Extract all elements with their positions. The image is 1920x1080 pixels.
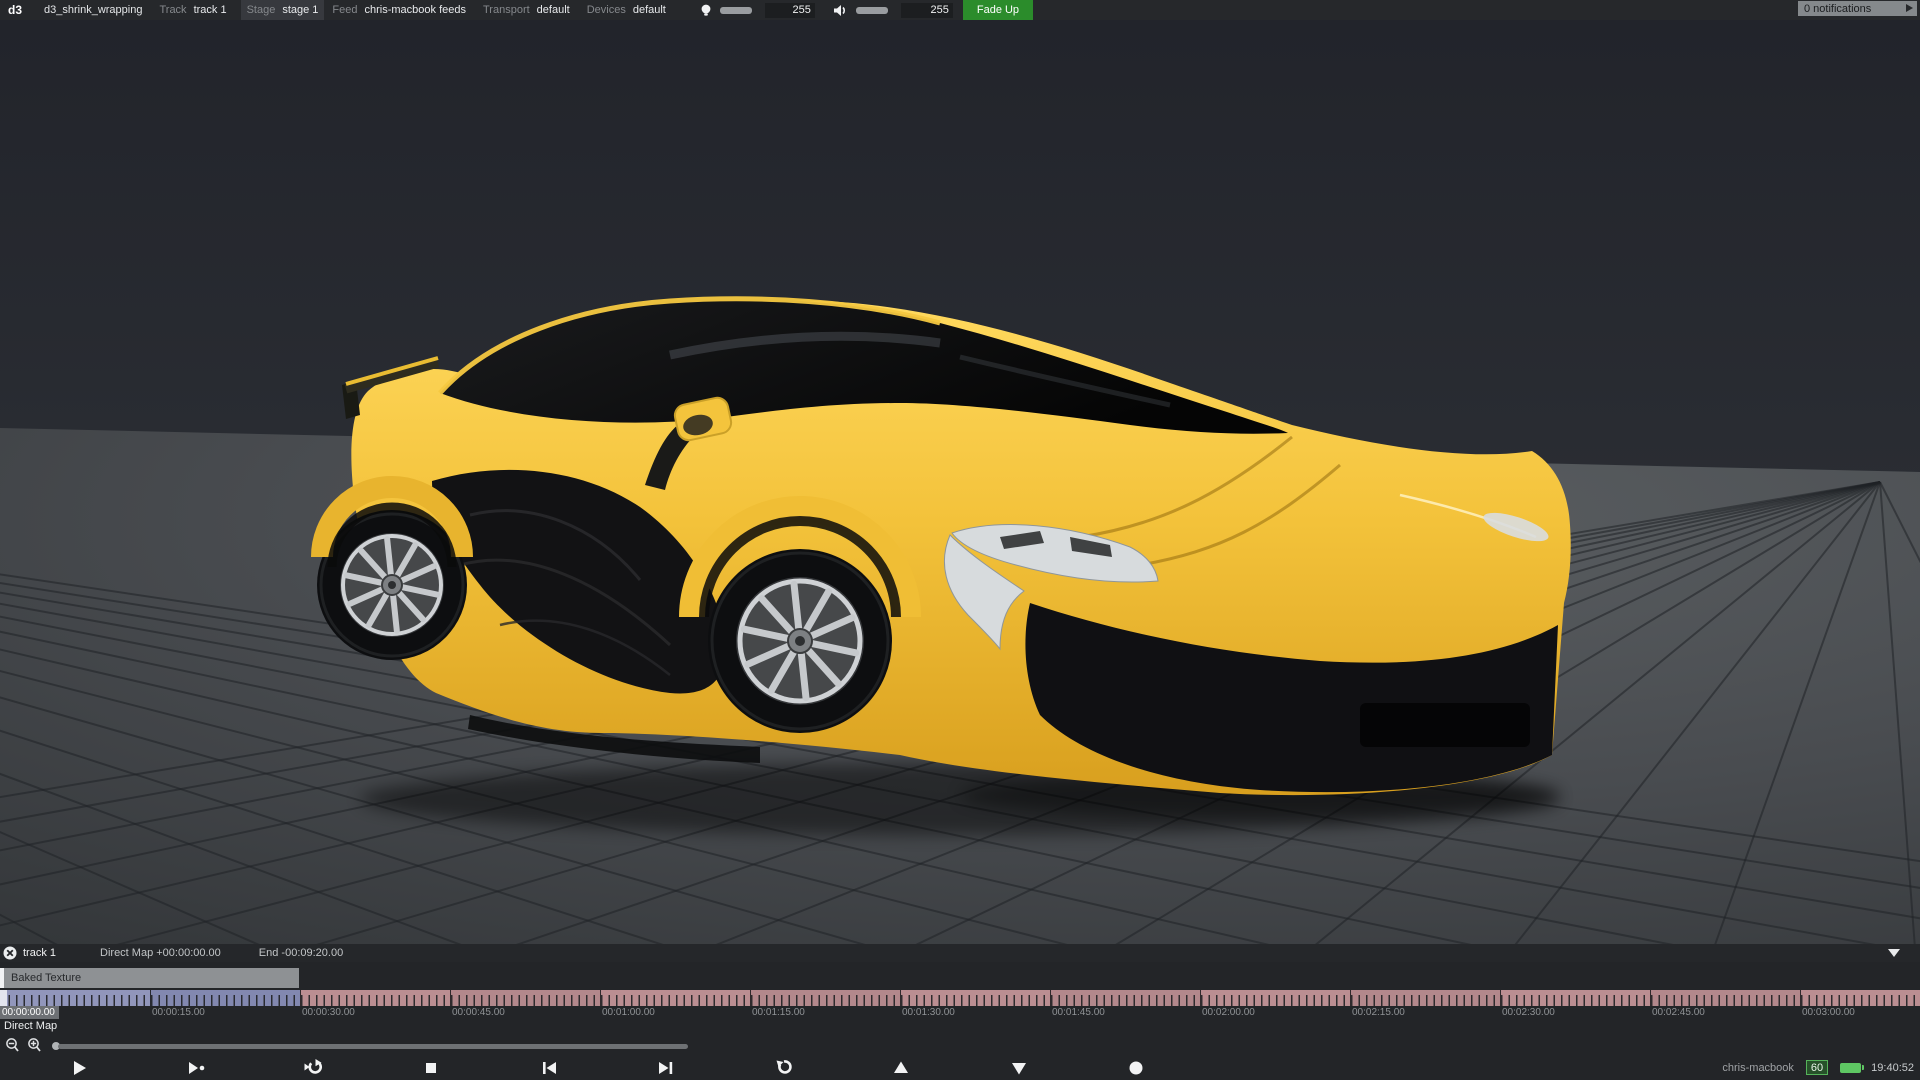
timeline-panel: track 1 Direct Map +00:00:00.00 End -00:… (0, 944, 1920, 1080)
ruler-section[interactable] (1650, 990, 1800, 1006)
previous-track-icon (889, 1056, 913, 1080)
timeline-zoom-row (0, 1038, 1920, 1054)
ruler-section[interactable] (900, 990, 1050, 1006)
ruler-timecode-label: 00:01:30.00 (902, 1006, 955, 1019)
fade-up-button[interactable]: Fade Up (963, 0, 1033, 20)
transport-field-value[interactable]: default (537, 4, 570, 16)
stage-field-value: stage 1 (282, 4, 318, 16)
transport-play-section-button[interactable] (138, 1056, 256, 1080)
status-cluster: chris-macbook 60 19:40:52 (1722, 1060, 1914, 1075)
ruler-section[interactable] (1500, 990, 1650, 1006)
timeline-direct-map-offset[interactable]: Direct Map +00:00:00.00 (100, 947, 221, 959)
ruler-timecode-label: 00:00:30.00 (302, 1006, 355, 1019)
timeline-track-row: track 1 Direct Map +00:00:00.00 End -00:… (0, 944, 1920, 962)
d3-application-window: d3 d3_shrink_wrapping Track track 1 Stag… (0, 0, 1920, 1080)
ruler-section[interactable] (600, 990, 750, 1006)
notifications-badge[interactable]: 0 notifications (1798, 1, 1917, 16)
project-name[interactable]: d3_shrink_wrapping (44, 4, 142, 16)
feed-field-label: Feed (332, 4, 357, 16)
volume-value[interactable]: 255 (901, 3, 953, 18)
transport-skip-next-button[interactable] (608, 1056, 726, 1080)
zoom-out-icon[interactable] (5, 1038, 20, 1053)
stop-icon (419, 1056, 443, 1080)
devices-field-value[interactable]: default (633, 4, 666, 16)
feed-field-value[interactable]: chris-macbook feeds (365, 4, 467, 16)
ruler-timecode-label: 00:02:00.00 (1202, 1006, 1255, 1019)
direct-map-label: Direct Map (4, 1020, 57, 1032)
track-field-value[interactable]: track 1 (194, 4, 227, 16)
track-field-label: Track (159, 4, 186, 16)
stage-field-label: Stage (247, 4, 276, 16)
play-icon (67, 1056, 91, 1080)
volume-icon (833, 4, 848, 17)
ruler-timecode-label: 00:00:45.00 (452, 1006, 505, 1019)
transport-stop-button[interactable] (373, 1056, 491, 1080)
brightness-icon (700, 4, 712, 17)
top-bar: d3 d3_shrink_wrapping Track track 1 Stag… (0, 0, 1920, 20)
transport-controls (0, 1056, 1400, 1080)
ruler-timecode-label: 00:00:00.00 (0, 1006, 59, 1019)
car-front-wheel (708, 549, 892, 733)
ruler-section[interactable] (0, 990, 150, 1006)
record-icon (1124, 1056, 1148, 1080)
ruler-timecode-label: 00:00:15.00 (152, 1006, 205, 1019)
close-track-icon[interactable] (3, 946, 17, 960)
timeline-track-name[interactable]: track 1 (23, 947, 56, 959)
timeline-playhead[interactable] (0, 990, 7, 1006)
ruler-timecode-label: 00:02:30.00 (1502, 1006, 1555, 1019)
ruler-timecode-label: 00:01:45.00 (1052, 1006, 1105, 1019)
timeline-layer-baked-texture[interactable]: Baked Texture (0, 968, 299, 988)
transport-field-label: Transport (483, 4, 530, 16)
fps-badge: 60 (1806, 1060, 1828, 1075)
timeline-scrollbar[interactable] (58, 1044, 688, 1049)
transport-play-button[interactable] (20, 1056, 138, 1080)
notifications-label: 0 notifications (1804, 3, 1871, 15)
timeline-ruler-labels: 00:00:00.00 00:00:15.00 00:00:30.00 00:00:4… (0, 1006, 1920, 1019)
ruler-section[interactable] (150, 990, 300, 1006)
d3-logo[interactable]: d3 (8, 3, 22, 17)
battery-icon (1840, 1063, 1861, 1073)
transport-next-track-button[interactable] (960, 1056, 1078, 1080)
ruler-section[interactable] (1200, 990, 1350, 1006)
ruler-timecode-label: 00:01:00.00 (602, 1006, 655, 1019)
transport-skip-previous-button[interactable] (490, 1056, 608, 1080)
skip-previous-icon (537, 1056, 561, 1080)
ruler-timecode-label: 00:02:45.00 (1652, 1006, 1705, 1019)
transport-return-to-start-button[interactable] (725, 1056, 843, 1080)
devices-field-label: Devices (587, 4, 626, 16)
brightness-slider[interactable] (720, 7, 752, 14)
skip-next-icon (654, 1056, 678, 1080)
timeline-end-time: End -00:09:20.00 (259, 947, 343, 959)
transport-previous-track-button[interactable] (843, 1056, 961, 1080)
ruler-section[interactable] (1800, 990, 1920, 1006)
hostname-label: chris-macbook (1722, 1062, 1794, 1074)
volume-slider[interactable] (856, 7, 888, 14)
ruler-section[interactable] (300, 990, 450, 1006)
ruler-section[interactable] (1050, 990, 1200, 1006)
ruler-timecode-label: 00:03:00.00 (1802, 1006, 1855, 1019)
stage-field[interactable]: Stage stage 1 (241, 0, 325, 20)
zoom-in-icon[interactable] (27, 1038, 42, 1053)
ruler-timecode-label: 00:02:15.00 (1352, 1006, 1405, 1019)
next-track-icon (1007, 1056, 1031, 1080)
timeline-collapse-arrow-icon[interactable] (1888, 949, 1900, 957)
ruler-section[interactable] (1350, 990, 1500, 1006)
clock-label: 19:40:52 (1871, 1062, 1914, 1074)
brightness-value[interactable]: 255 (765, 3, 815, 18)
loop-section-icon (302, 1056, 326, 1080)
ruler-section[interactable] (450, 990, 600, 1006)
ruler-timecode-label: 00:01:15.00 (752, 1006, 805, 1019)
stage-viewport[interactable] (0, 20, 1920, 944)
timeline-ruler[interactable] (0, 990, 1920, 1006)
play-section-icon (184, 1056, 208, 1080)
car-front-intake (1360, 703, 1530, 747)
return-to-start-icon (772, 1056, 796, 1080)
transport-record-button[interactable] (1078, 1056, 1196, 1080)
notifications-expand-icon (1906, 4, 1913, 12)
transport-loop-section-button[interactable] (255, 1056, 373, 1080)
ruler-section[interactable] (750, 990, 900, 1006)
layer-name: Baked Texture (11, 972, 81, 984)
